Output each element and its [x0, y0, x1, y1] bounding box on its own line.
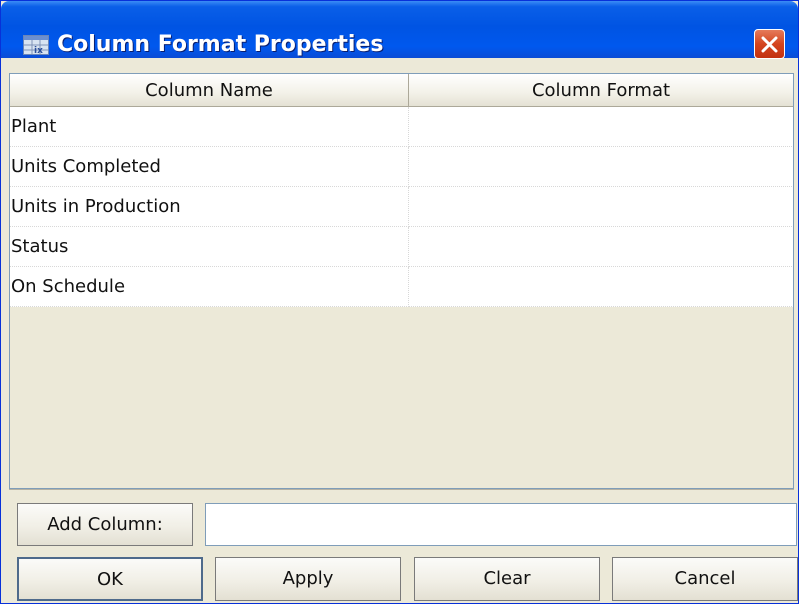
clear-button[interactable]: Clear	[414, 557, 600, 601]
divider	[9, 489, 794, 490]
apply-button[interactable]: Apply	[215, 557, 401, 601]
title-bar[interactable]: ix Column Format Properties	[1, 1, 798, 59]
table-icon: ix	[23, 35, 49, 56]
column-name-cell[interactable]: Status	[10, 227, 409, 267]
column-name-cell[interactable]: Plant	[10, 107, 409, 147]
column-format-cell[interactable]	[409, 107, 793, 147]
table-row[interactable]: Units in Production	[10, 187, 793, 227]
column-format-table[interactable]: Column Name Column Format Plant Units Co…	[9, 73, 794, 489]
dialog-title: Column Format Properties	[57, 32, 384, 57]
column-format-cell[interactable]	[409, 187, 793, 227]
close-button[interactable]	[754, 29, 785, 59]
column-name-cell[interactable]: Units Completed	[10, 147, 409, 187]
column-format-cell[interactable]	[409, 147, 793, 187]
column-format-header[interactable]: Column Format	[409, 74, 793, 107]
add-column-button[interactable]: Add Column:	[17, 503, 193, 546]
column-format-cell[interactable]	[409, 267, 793, 307]
column-name-cell[interactable]: On Schedule	[10, 267, 409, 307]
table-row[interactable]: On Schedule	[10, 267, 793, 307]
ok-button[interactable]: OK	[17, 557, 203, 601]
add-column-input[interactable]	[205, 503, 797, 546]
column-format-dialog: ix Column Format Properties Column Name …	[0, 0, 799, 604]
table-row[interactable]: Plant	[10, 107, 793, 147]
table-row[interactable]: Status	[10, 227, 793, 267]
svg-text:ix: ix	[34, 46, 43, 55]
table-row[interactable]: Units Completed	[10, 147, 793, 187]
column-format-cell[interactable]	[409, 227, 793, 267]
cancel-button[interactable]: Cancel	[612, 557, 798, 601]
close-icon	[761, 36, 778, 53]
column-name-header[interactable]: Column Name	[10, 74, 409, 107]
column-name-cell[interactable]: Units in Production	[10, 187, 409, 227]
